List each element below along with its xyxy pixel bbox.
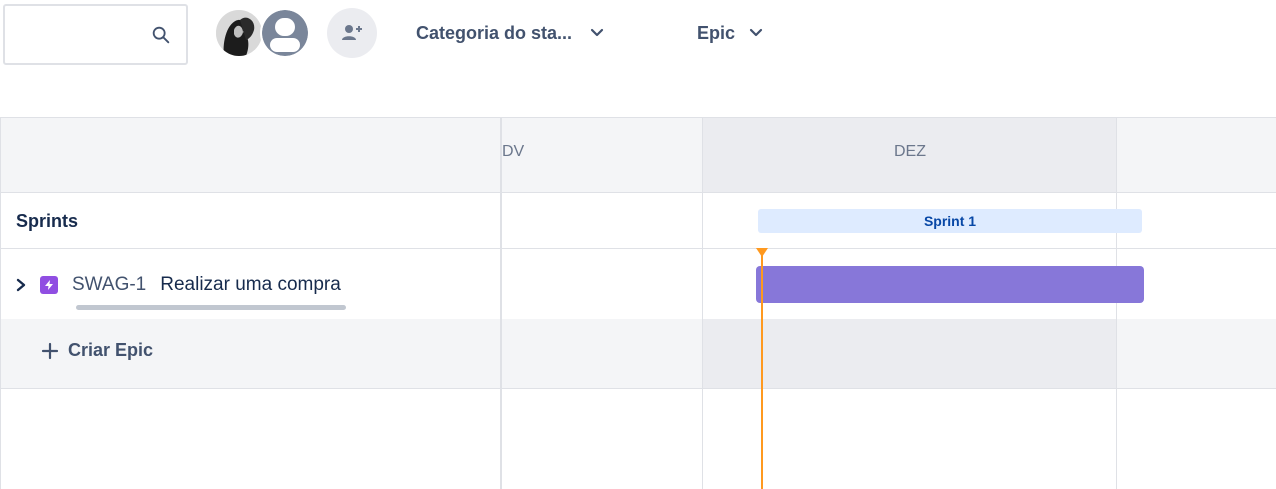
plus-icon	[41, 342, 59, 359]
user-photo-icon	[216, 10, 262, 56]
add-person-icon	[342, 25, 362, 40]
epic-filter-label: Epic	[697, 22, 736, 43]
month-gridline	[1116, 118, 1117, 489]
add-people-button[interactable]	[327, 8, 377, 58]
list-timeline-splitter[interactable]	[500, 117, 502, 489]
sprint-name: Sprint 1	[923, 213, 977, 229]
chevron-right-icon[interactable]	[14, 278, 28, 292]
today-line	[761, 254, 763, 489]
create-epic-label: Criar Epic	[68, 340, 154, 360]
month-gridline	[702, 118, 703, 489]
epic-timeline-bar[interactable]	[756, 266, 1144, 303]
month-label-dez: DEZ	[894, 143, 926, 160]
current-month-column-body	[702, 319, 1116, 388]
today-marker-icon	[756, 248, 768, 257]
row-divider	[1, 192, 1276, 193]
row-divider	[1, 388, 1276, 389]
chevron-down-icon	[590, 28, 604, 37]
epic-key[interactable]: SWAG-1	[72, 274, 146, 296]
user-photo-avatar[interactable]	[214, 8, 264, 58]
row-divider	[1, 248, 1276, 249]
status-category-filter-label: Categoria do sta...	[416, 22, 573, 43]
sprint-bar[interactable]: Sprint 1	[758, 209, 1142, 233]
status-category-filter[interactable]: Categoria do sta...	[416, 18, 604, 48]
chevron-down-icon	[749, 28, 763, 37]
month-label-nov: DV	[502, 143, 525, 160]
epic-list-item[interactable]: SWAG-1 Realizar uma compra	[14, 271, 341, 299]
search-icon	[152, 26, 170, 44]
epic-filter[interactable]: Epic	[697, 18, 763, 48]
sprints-label: Sprints	[16, 211, 79, 231]
default-user-avatar[interactable]	[260, 8, 310, 58]
epic-title[interactable]: Realizar uma compra	[160, 274, 341, 296]
search-input[interactable]	[3, 4, 188, 65]
epic-progress-bar	[76, 305, 346, 310]
epic-lightning-icon	[40, 276, 58, 294]
default-user-avatar-icon	[262, 10, 308, 56]
create-epic-button[interactable]: Criar Epic	[40, 340, 153, 361]
